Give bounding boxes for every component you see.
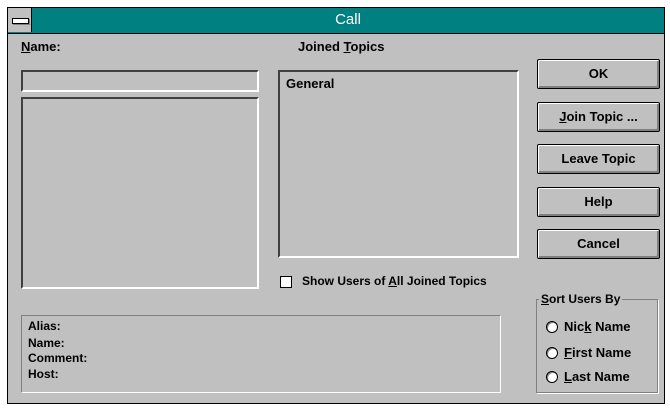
title-bar: Call [8,8,664,34]
sort-firstname-label[interactable]: First Name [564,345,631,360]
system-menu-icon[interactable] [8,8,32,32]
sort-firstname-radio[interactable] [546,347,558,359]
sort-nickname-radio[interactable] [546,321,558,333]
list-item[interactable]: General [286,76,334,91]
sort-nickname-label[interactable]: Nick Name [564,319,631,334]
help-button[interactable]: Help [537,187,660,217]
name-input[interactable] [21,70,259,92]
window-title: Call [335,11,361,28]
sort-lastname-radio[interactable] [546,371,558,383]
leave-topic-button[interactable]: Leave Topic [537,144,660,174]
ok-button[interactable]: OK [537,59,660,89]
cancel-button[interactable]: Cancel [537,229,660,259]
join-topic-button[interactable]: Join Topic ... [537,102,660,132]
sort-lastname-label[interactable]: Last Name [564,369,630,384]
joined-topics-label: Joined Topics [298,39,385,54]
show-users-label[interactable]: Show Users of All Joined Topics [302,274,487,288]
user-info-panel: Alias: Name: Comment: Host: [21,315,501,393]
comment-label: Comment: [28,351,88,365]
users-list[interactable] [21,97,259,289]
sort-users-title: Sort Users By [539,292,623,306]
name-label: Name: [21,39,61,54]
info-name-label: Name: [28,336,65,350]
joined-topics-list[interactable]: General [278,70,519,258]
call-dialog: Call Name: Joined Topics General Show Us… [7,7,665,404]
alias-label: Alias: [28,319,61,333]
show-users-checkbox[interactable] [280,276,292,288]
host-label: Host: [28,367,59,381]
